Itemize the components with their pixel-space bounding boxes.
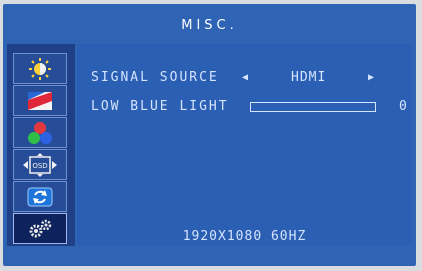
- sidebar-item-reset[interactable]: [13, 181, 67, 212]
- color-icon: [28, 121, 52, 144]
- low-blue-light-label: LOW BLUE LIGHT: [91, 99, 229, 114]
- signal-source-value[interactable]: HDMI: [291, 70, 326, 85]
- sidebar-item-color[interactable]: [13, 117, 67, 148]
- sidebar-item-misc[interactable]: [13, 213, 67, 244]
- signal-source-label: SIGNAL SOURCE: [91, 70, 219, 85]
- osd-icon: OSD: [23, 152, 57, 177]
- picture-icon: [28, 91, 52, 110]
- osd-icon-label: OSD: [32, 162, 47, 170]
- sidebar-item-brightness[interactable]: [13, 53, 67, 84]
- sidebar-item-osd[interactable]: OSD: [13, 149, 67, 180]
- resolution-info: 1920X1080 60HZ: [182, 229, 307, 244]
- low-blue-light-value: 0: [399, 99, 408, 114]
- misc-gear-icon: [29, 219, 52, 237]
- brightness-icon: [29, 57, 51, 80]
- osd-menu-screen: MISC. OSD SIGNAL SOURCE ◀ HDMI ▶ LOW BLU…: [3, 4, 416, 266]
- signal-source-left-arrow[interactable]: ◀: [242, 72, 248, 83]
- reset-icon: [27, 187, 53, 206]
- menu-sidebar: OSD: [7, 44, 75, 246]
- sidebar-item-picture[interactable]: [13, 85, 67, 116]
- misc-settings-panel: SIGNAL SOURCE ◀ HDMI ▶ LOW BLUE LIGHT 0 …: [77, 44, 412, 246]
- signal-source-right-arrow[interactable]: ▶: [368, 72, 374, 83]
- menu-title: MISC.: [181, 18, 238, 33]
- low-blue-light-slider[interactable]: [250, 102, 376, 112]
